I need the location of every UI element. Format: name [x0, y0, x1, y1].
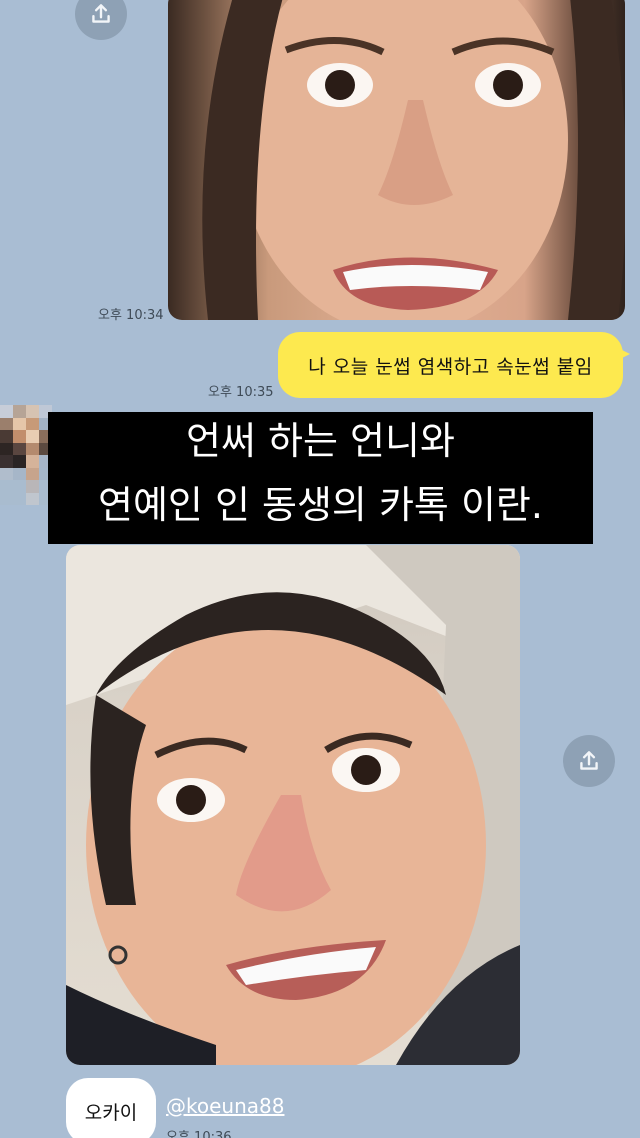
incoming-text-timestamp: 오후 10:36 [166, 1130, 232, 1138]
outgoing-text-bubble[interactable]: 나 오늘 눈썹 염색하고 속눈썹 붙임 [278, 332, 630, 398]
share-icon [580, 751, 598, 770]
face-photo-illustration-2 [66, 545, 520, 1065]
incoming-text: 오카이 [84, 1101, 138, 1124]
caption-overlay: 언써 하는 언니와 연예인 인 동생의 카톡 이란. [48, 412, 593, 544]
caption-line-1: 언써 하는 언니와 [48, 412, 593, 476]
sender-avatar-pixelated[interactable] [0, 405, 52, 505]
face-photo-illustration [202, 0, 625, 320]
outgoing-text-timestamp: 오후 10:35 [208, 385, 274, 400]
caption-line-2: 연예인 인 동생의 카톡 이란. [48, 476, 593, 544]
outgoing-photo[interactable] [168, 0, 625, 320]
chat-screen: 오후 10:34 나 오늘 눈썹 염색하고 속눈썹 붙임 오후 10:35 언써… [0, 0, 640, 1138]
share-icon [92, 4, 110, 23]
incoming-text-bubble[interactable]: 오카이 [66, 1078, 156, 1138]
outgoing-photo-timestamp: 오후 10:34 [98, 308, 164, 323]
incoming-photo[interactable] [66, 545, 520, 1065]
share-button-top[interactable] [75, 0, 127, 40]
watermark-handle: @koeuna88 [166, 1094, 285, 1118]
outgoing-text: 나 오늘 눈썹 염색하고 속눈썹 붙임 [308, 355, 593, 378]
share-button-incoming[interactable] [563, 735, 615, 787]
